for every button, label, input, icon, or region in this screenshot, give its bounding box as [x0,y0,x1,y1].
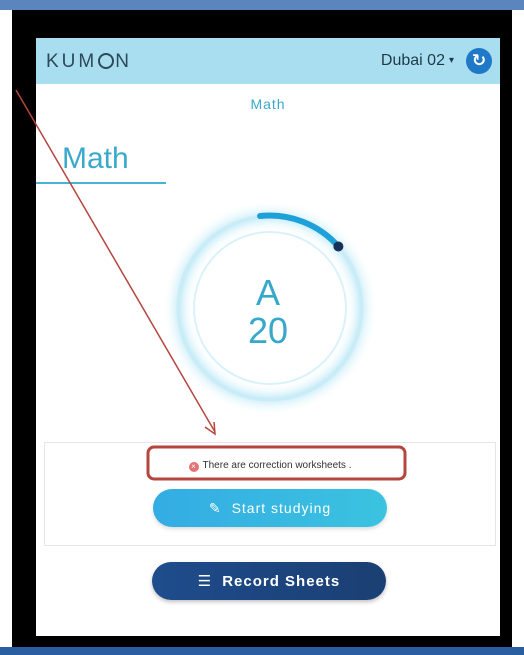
logo-text-start: KUM [46,51,98,72]
worksheet-number: 20 [247,310,289,351]
kumon-logo: KUM N [46,51,132,73]
progress-knob [333,241,344,252]
subject-tab[interactable]: Math [62,142,129,176]
subject-header-label: Math [250,96,286,112]
record-sheets-label: Record Sheets [222,572,341,590]
refresh-icon: ↻ [471,51,487,70]
branch-selector[interactable]: Dubai 02 ▾ [381,52,454,70]
study-card: × There are correction worksheets . ✎ Sta… [44,442,496,546]
level-letter: A [255,272,280,313]
pencil-icon: ✎ [208,499,222,516]
refresh-button[interactable]: ↻ [466,48,492,74]
error-icon: × [188,462,199,472]
logo-text-end: N [115,51,132,72]
correction-notice: × There are correction worksheets . [45,460,495,472]
app-screen: KUM N Dubai 02 ▾ ↻ Math Math A 20 × There [36,38,500,636]
record-sheets-button[interactable]: ☰ Record Sheets [152,562,386,600]
correction-notice-text: There are correction worksheets . [202,460,352,471]
document-top-border [0,0,524,10]
subject-tab-underline [36,182,166,184]
chevron-down-icon: ▾ [448,55,454,66]
start-studying-label: Start studying [231,500,332,516]
app-header: KUM N Dubai 02 ▾ ↻ [36,38,500,84]
level-display: A 20 [36,274,500,350]
branch-label: Dubai 02 [380,52,445,69]
start-studying-button[interactable]: ✎ Start studying [153,489,387,527]
list-icon: ☰ [197,573,213,590]
logo-ring-icon [98,53,115,69]
document-bottom-border [0,647,524,655]
